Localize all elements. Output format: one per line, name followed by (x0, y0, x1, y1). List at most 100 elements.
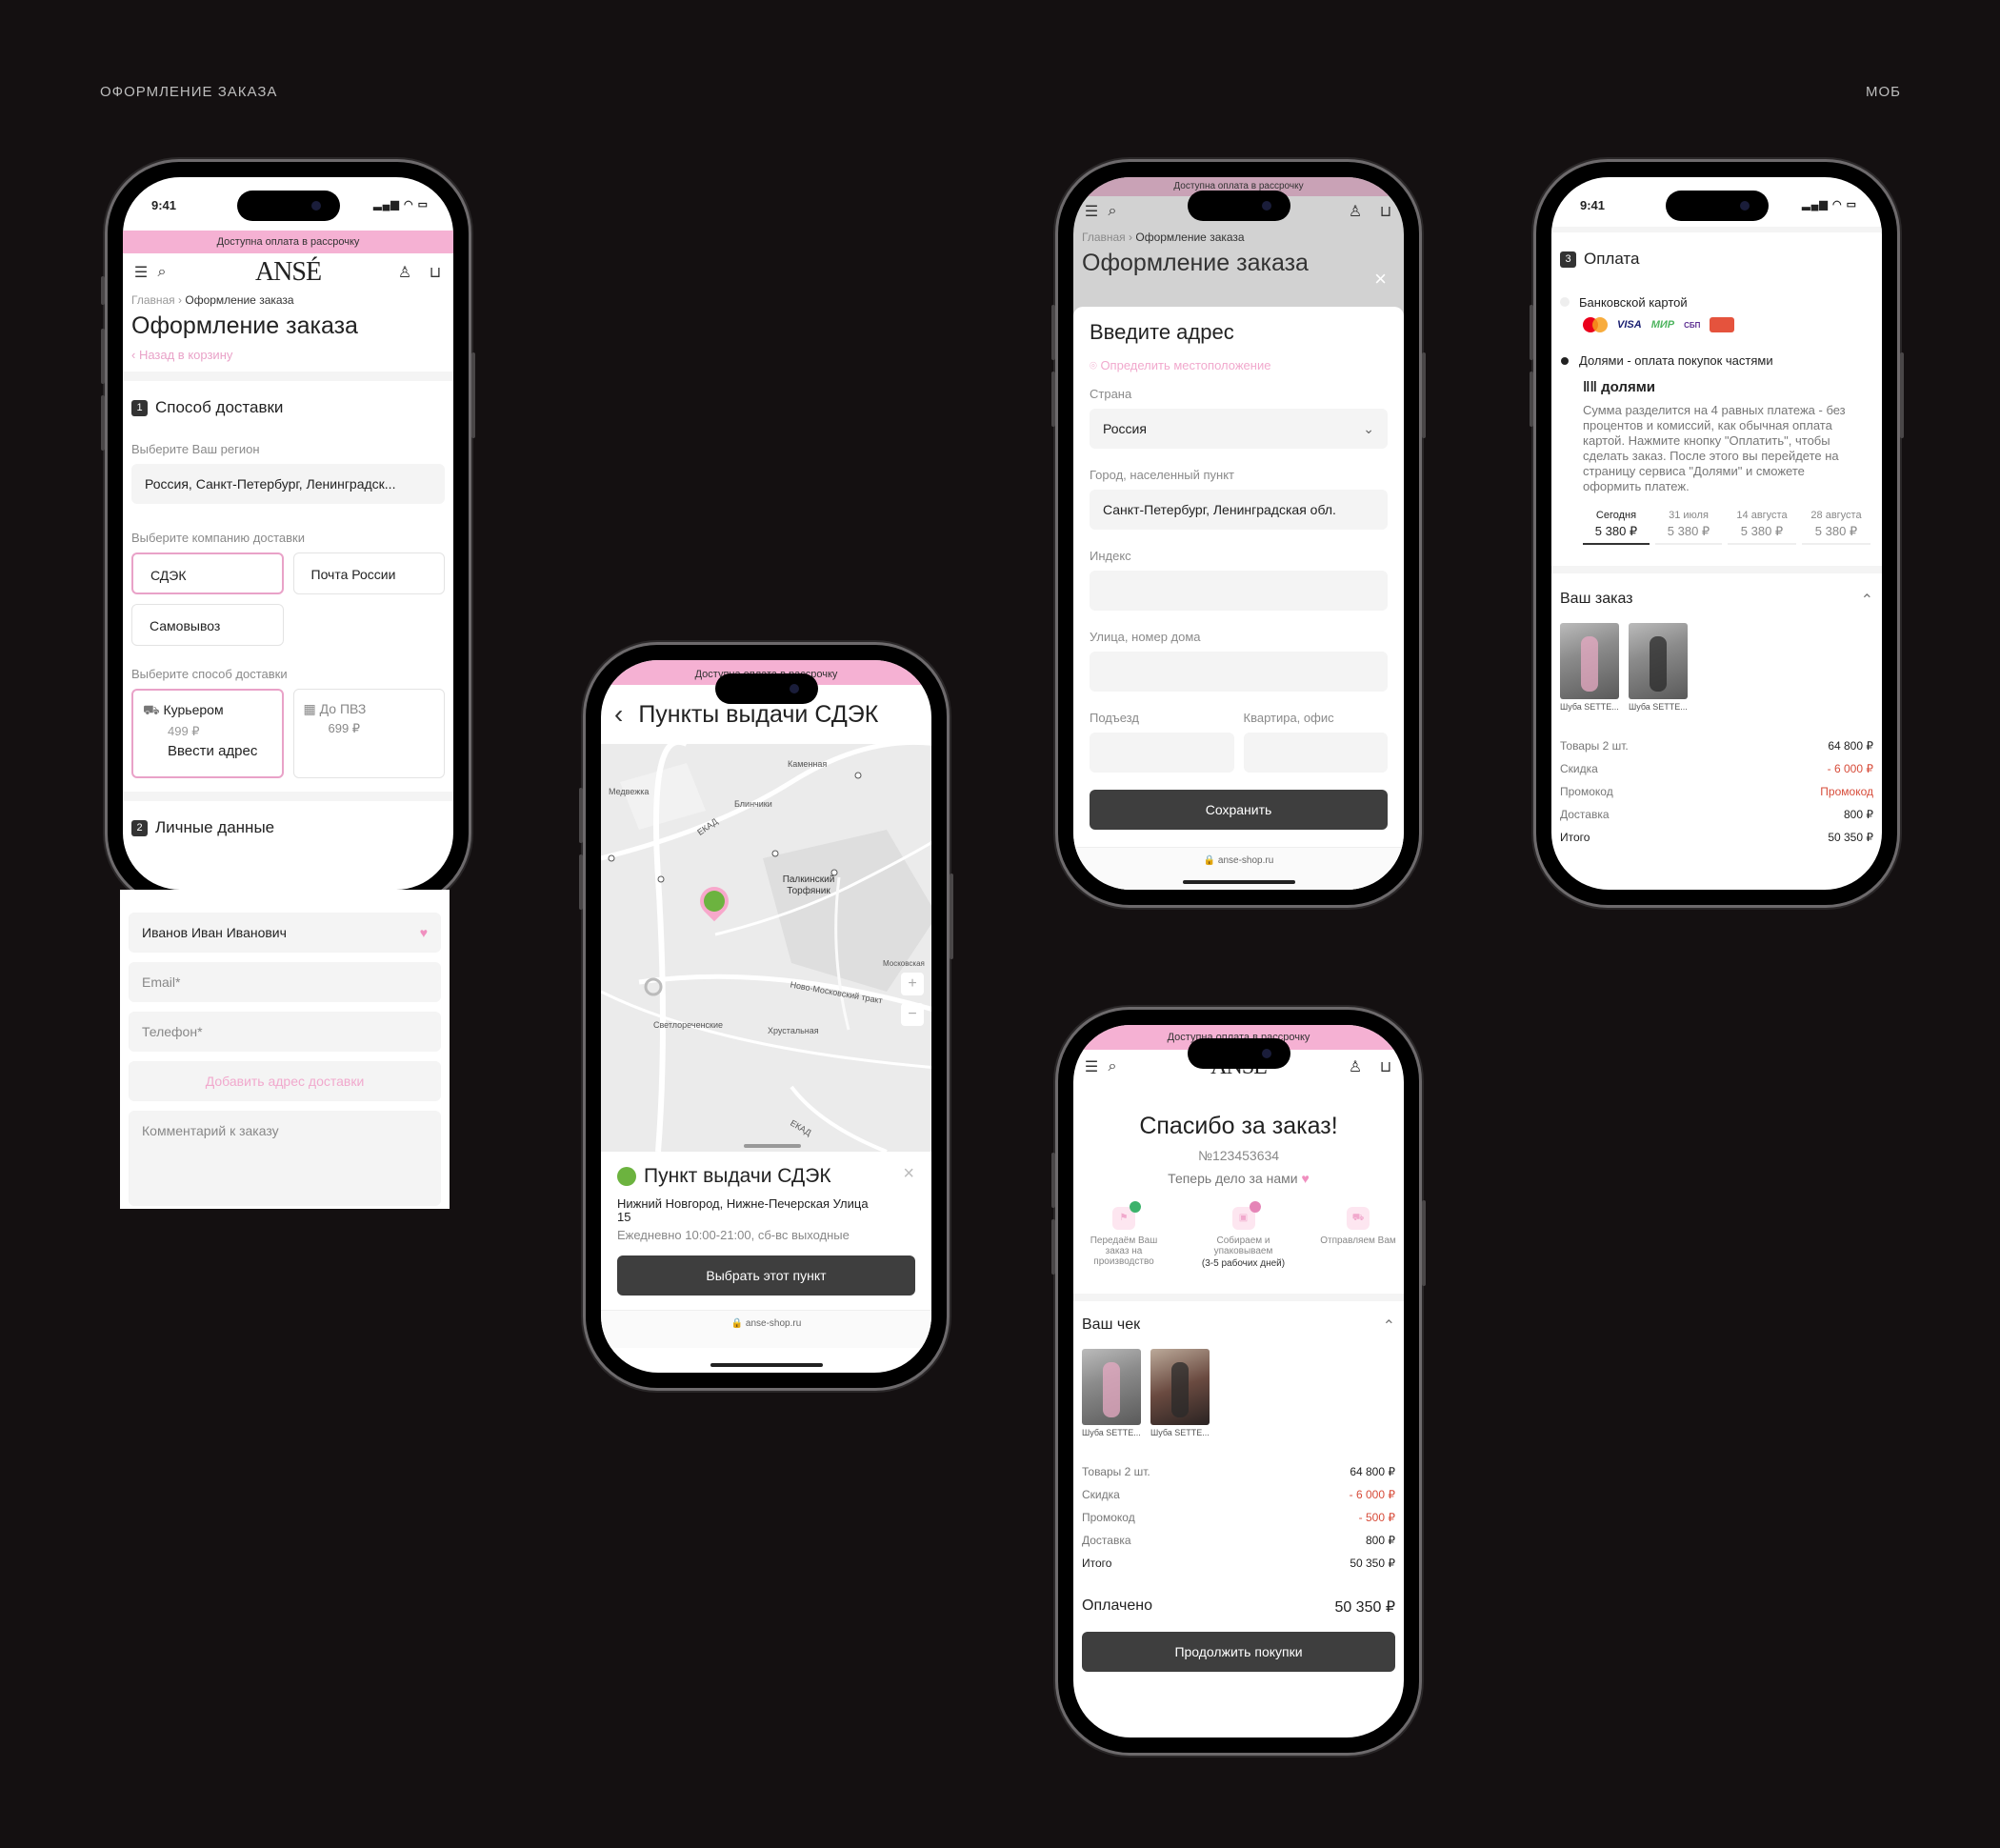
zoom-in-button[interactable]: + (901, 973, 924, 995)
dynamic-island (1665, 191, 1769, 221)
mir-icon: МИР (1650, 319, 1675, 331)
email-field[interactable]: Email* (129, 962, 441, 1002)
summary-row: Итого 50 350 ₽ (1082, 1557, 1395, 1570)
order-item[interactable]: Шуба SETTE... (1629, 623, 1688, 712)
search-icon[interactable]: ⌕ (1102, 203, 1123, 220)
truck-icon: ⛟ (1347, 1207, 1370, 1230)
phone-field[interactable]: Телефон* (129, 1012, 441, 1052)
method-courier[interactable]: ⛟ Курьером 499 ₽ Ввести адрес (131, 689, 284, 778)
chevron-down-icon: ⌄ (1363, 421, 1374, 436)
modal-title: Введите адрес (1090, 320, 1234, 344)
breadcrumb-home[interactable]: Главная (131, 293, 175, 307)
radio-unselected[interactable] (1560, 297, 1570, 307)
summary-row: Скидка - 6 000 ₽ (1082, 1488, 1395, 1501)
zoom-out-button[interactable]: − (901, 1003, 924, 1026)
section-title-payment: Оплата (1584, 250, 1640, 268)
select-point-button[interactable]: Выбрать этот пункт (617, 1255, 915, 1296)
map-title: Пункты выдачи СДЭК (638, 700, 879, 728)
dynamic-island (1187, 1038, 1290, 1069)
summary-row: Промокод Промокод (1560, 785, 1873, 798)
phone-screen-address: Доступна оплата в рассрочку ☰ ⌕ ANSÉ ♙⊔ … (1051, 159, 1426, 908)
dynamic-island (1187, 191, 1290, 221)
screen: 9:41 ▂▄▆ ◠ ▭ 3 Оплата Банковской картой VI… (1551, 177, 1882, 890)
order-item[interactable]: Шуба SETTE... (1150, 1349, 1210, 1437)
dynamic-island (236, 191, 340, 221)
mastercard-icon (1583, 317, 1608, 332)
name-field[interactable]: Иванов Иван Иванович ♥ (129, 913, 441, 953)
search-icon[interactable]: ⌕ (1102, 1058, 1123, 1075)
step-number: 2 (131, 819, 148, 836)
street-field[interactable] (1090, 652, 1388, 692)
brand-logo[interactable]: ANSÉ (255, 257, 322, 288)
index-field[interactable] (1090, 571, 1388, 611)
summary-row: Доставка 800 ₽ (1560, 808, 1873, 821)
screen: Доступна оплата в рассрочку ☰ ⌕ ANSÉ ♙⊔ … (1073, 177, 1404, 890)
step-number: 3 (1560, 251, 1576, 268)
radio-selected[interactable] (1561, 357, 1569, 365)
check-accordion-header[interactable]: Ваш чек ⌃ (1073, 1301, 1404, 1336)
flat-label: Квартира, офис (1243, 711, 1334, 725)
locate-link[interactable]: ⌾ Определить местоположение (1073, 345, 1404, 373)
cart-icon[interactable]: ⊔ (1375, 202, 1396, 221)
phone-screen-delivery: 9:41 ▂▄▆ ◠ ▭ Доступна оплата в рассрочку … (101, 159, 475, 908)
order-item[interactable]: Шуба SETTE... (1082, 1349, 1141, 1437)
map-label: Каменная (788, 759, 828, 769)
pay-dolyami-option[interactable]: Долями - оплата покупок частями (1551, 332, 1882, 368)
comment-field[interactable]: Комментарий к заказу (129, 1111, 441, 1206)
add-address-button[interactable]: Добавить адрес доставки (129, 1061, 441, 1101)
entrance-label: Подъезд (1090, 711, 1139, 725)
map-label: Светлореченские (653, 1020, 724, 1030)
schedule-item: 14 августа 5 380 ₽ (1728, 510, 1796, 545)
entrance-field[interactable] (1090, 733, 1234, 773)
cdek-logo-icon (617, 1167, 636, 1186)
user-icon[interactable]: ♙ (1345, 202, 1366, 221)
close-icon[interactable]: × (1374, 267, 1387, 291)
region-field[interactable]: Россия, Санкт-Петербург, Ленинградск... (131, 464, 445, 504)
close-icon[interactable]: × (903, 1163, 914, 1185)
back-to-cart-link[interactable]: ‹ Назад в корзину (123, 340, 453, 362)
street-label: Улица, номер дома (1090, 630, 1201, 644)
order-item[interactable]: Шуба SETTE... (1560, 623, 1619, 712)
schedule-item: 31 июля 5 380 ₽ (1655, 510, 1722, 545)
installment-schedule: Сегодня 5 380 ₽ 31 июля 5 380 ₽ 14 августа… (1551, 494, 1882, 545)
user-icon[interactable]: ♙ (394, 263, 415, 282)
heart-icon: ♥ (1301, 1171, 1310, 1186)
map[interactable]: Каменная Медвежка Блинчики ЕКАД Палкинск… (601, 744, 931, 1152)
store-icon: ▦ (303, 701, 316, 716)
dolyami-logo: ǁǁ долями (1583, 379, 1656, 395)
pay-card-option[interactable]: Банковской картой (1551, 269, 1882, 310)
summary-row: Промокод - 500 ₽ (1082, 1511, 1395, 1524)
box-icon: ▣ (1231, 1201, 1261, 1230)
method-pvz[interactable]: ▦ До ПВЗ 699 ₽ (292, 689, 445, 778)
city-field[interactable]: Санкт-Петербург, Ленинградская обл. (1090, 490, 1388, 530)
order-accordion-header[interactable]: Ваш заказ ⌃ (1551, 573, 1882, 610)
map-label: Блинчики (734, 799, 772, 809)
payment-logos: VISA МИР СБП (1551, 310, 1882, 332)
cart-icon[interactable]: ⊔ (1375, 1057, 1396, 1076)
menu-icon[interactable]: ☰ (130, 263, 151, 282)
menu-icon[interactable]: ☰ (1081, 1057, 1102, 1076)
paid-row: Оплачено 50 350 ₽ (1082, 1597, 1395, 1616)
method-label: Выберите способ доставки (131, 667, 288, 681)
back-icon[interactable]: ‹ (614, 699, 623, 730)
cart-icon[interactable]: ⊔ (425, 263, 446, 282)
location-pin-icon: ⌾ (1090, 358, 1097, 372)
enter-address-link[interactable]: Ввести адрес (168, 743, 272, 759)
browser-url-bar: 🔒 anse-shop.ru (601, 1310, 931, 1348)
company-pickup[interactable]: Самовывоз (131, 604, 284, 646)
product-image (1082, 1349, 1141, 1425)
flag-icon: ⚑ (1112, 1201, 1141, 1230)
menu-icon[interactable]: ☰ (1081, 202, 1102, 221)
save-button[interactable]: Сохранить (1090, 790, 1388, 830)
address-modal: Введите адрес ⌾ Определить местоположени… (1073, 307, 1404, 890)
flat-field[interactable] (1243, 733, 1388, 773)
phone-screen-pickup-points: Доступна оплата в рассрочку ‹ Пункты выд… (579, 642, 953, 1391)
country-select[interactable]: Россия ⌄ (1090, 409, 1388, 449)
company-cdek[interactable]: СДЭК (131, 552, 284, 594)
continue-shopping-button[interactable]: Продолжить покупки (1082, 1632, 1395, 1672)
schedule-item: 28 августа 5 380 ₽ (1802, 510, 1870, 545)
search-icon[interactable]: ⌕ (151, 264, 172, 281)
company-russian-post[interactable]: Почта России (292, 552, 445, 594)
user-icon[interactable]: ♙ (1345, 1057, 1366, 1076)
card-address: Нижний Новгород, Нижне-Печерская Улица 1… (617, 1196, 869, 1224)
